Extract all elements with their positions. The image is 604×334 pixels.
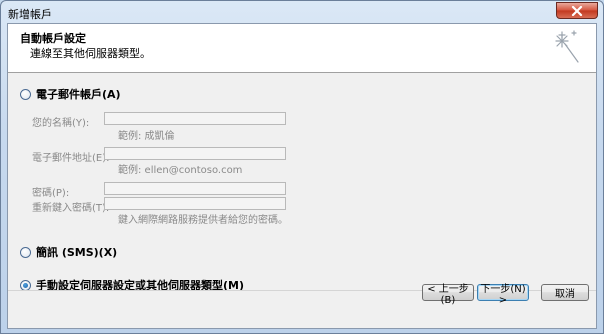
- wizard-sparkle-icon: [555, 30, 579, 63]
- back-button[interactable]: < 上一步(B): [422, 284, 474, 306]
- email-address-input[interactable]: [104, 147, 286, 160]
- email-account-option[interactable]: 電子郵件帳戶(A): [20, 86, 121, 102]
- close-button[interactable]: [556, 2, 598, 19]
- add-account-window: 新增帳戶 自動帳戶設定 連線至其他伺服器類型。 電子郵件帳戶(A) 您的名稱(Y…: [0, 0, 604, 334]
- cancel-button[interactable]: 取消: [541, 284, 589, 301]
- close-icon: [571, 6, 583, 16]
- retype-password-label: 重新鍵入密碼(T):: [32, 203, 110, 214]
- header-subtitle: 連線至其他伺服器類型。: [30, 47, 151, 60]
- next-button[interactable]: 下一步(N) >: [477, 284, 529, 306]
- window-title: 新增帳戶: [8, 8, 52, 21]
- retype-password-input[interactable]: [104, 197, 286, 210]
- sms-radio[interactable]: [20, 246, 31, 258]
- sms-option[interactable]: 簡訊 (SMS)(X): [20, 244, 117, 260]
- email-account-radio[interactable]: [20, 88, 31, 100]
- name-label: 您的名稱(Y):: [32, 118, 90, 129]
- password-label: 密碼(P):: [32, 188, 70, 199]
- password-input[interactable]: [104, 182, 286, 195]
- name-input[interactable]: [104, 112, 286, 125]
- email-account-label: 電子郵件帳戶(A): [36, 88, 121, 101]
- name-hint: 範例: 成凱倫: [118, 131, 175, 142]
- title-bar[interactable]: 新增帳戶: [1, 1, 603, 23]
- header-panel: 自動帳戶設定 連線至其他伺服器類型。: [8, 24, 596, 73]
- manual-setup-radio[interactable]: [20, 279, 31, 291]
- header-title: 自動帳戶設定: [20, 32, 86, 45]
- email-address-label: 電子郵件地址(E):: [32, 153, 110, 164]
- email-address-hint: 範例: ellen@contoso.com: [118, 165, 243, 176]
- password-hint: 鍵入網際網路服務提供者給您的密碼。: [118, 215, 288, 226]
- sms-label: 簡訊 (SMS)(X): [36, 246, 118, 259]
